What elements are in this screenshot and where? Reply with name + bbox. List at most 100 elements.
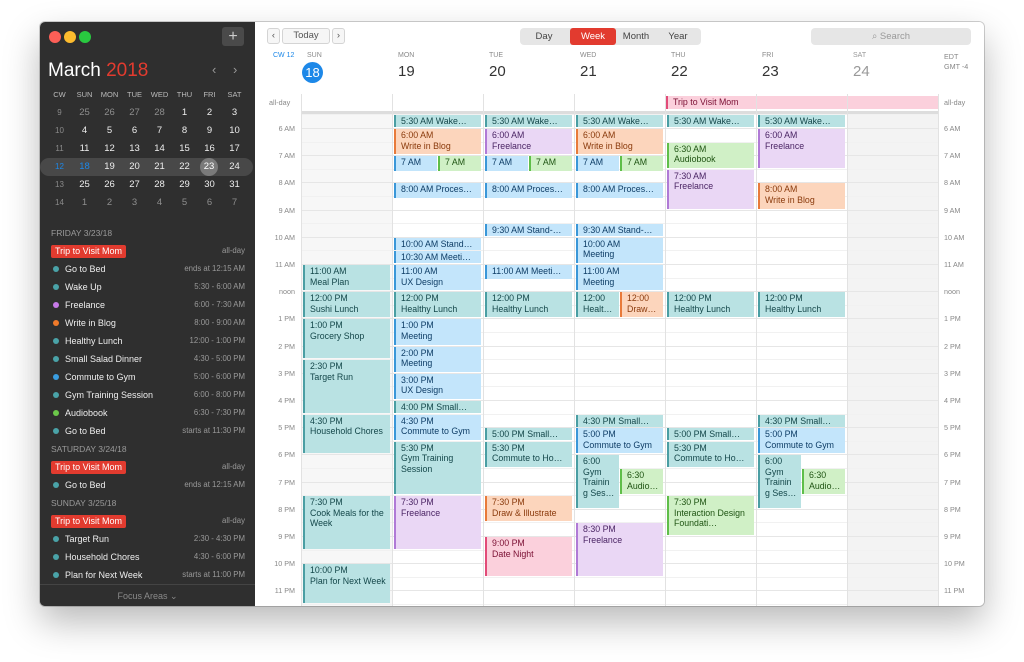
calendar-event[interactable]: 5:30 AM Wake… xyxy=(758,115,845,128)
agenda-event[interactable]: Write in Blog 8:00 - 9:00 AM xyxy=(40,314,255,332)
calendar-event[interactable]: 4:30 PM Small… xyxy=(576,414,663,427)
calendar-event[interactable]: 5:30 PM Commute to Ho… xyxy=(485,441,572,467)
calendar-event[interactable]: 4:30 PM Household Chores xyxy=(303,414,390,454)
calendar-event[interactable]: 5:30 AM Wake… xyxy=(394,115,481,128)
calendar-event[interactable]: 12:00 PM Healthy Lunch xyxy=(485,292,572,318)
agenda-event[interactable]: Commute to Gym 5:00 - 6:00 PM xyxy=(40,368,255,386)
calendar-event[interactable]: 10:00 AM Meeting xyxy=(576,237,663,263)
zoom-button[interactable] xyxy=(79,31,91,43)
mini-day[interactable]: 28 xyxy=(147,176,172,194)
mini-day[interactable]: 7 xyxy=(222,194,247,212)
mini-day[interactable]: 14 xyxy=(147,140,172,158)
calendar-event[interactable]: 5:30 AM Wake… xyxy=(485,115,572,128)
calendar-event[interactable]: 9:30 AM Stand-… xyxy=(576,224,663,237)
calendar-event[interactable]: 10:00 PM Plan for Next Week xyxy=(303,564,390,603)
calendar-event[interactable]: 2:30 PM Target Run xyxy=(303,360,390,413)
agenda-event[interactable]: Go to Bed starts at 11:30 PM xyxy=(40,422,255,440)
mini-day[interactable]: 5 xyxy=(172,194,197,212)
mini-day[interactable]: 31 xyxy=(222,176,247,194)
today-button[interactable]: Today xyxy=(282,28,330,44)
agenda-event[interactable]: Target Run 2:30 - 4:30 PM xyxy=(40,530,255,548)
close-button[interactable] xyxy=(49,31,61,43)
calendar-event[interactable]: 5:30 PM Gym Training Session xyxy=(394,441,481,495)
calendar-event[interactable]: 12:00 PM Healthy Lunch xyxy=(394,292,481,318)
allday-event-trip[interactable]: Trip to Visit Mom xyxy=(666,96,939,109)
next-month-icon[interactable]: › xyxy=(233,62,237,77)
agenda-event[interactable]: Plan for Next Week starts at 11:00 PM xyxy=(40,566,255,584)
calendar-event[interactable]: 3:00 PM UX Design xyxy=(394,373,481,399)
mini-day[interactable]: 25 xyxy=(72,176,97,194)
calendar-event[interactable]: 5:00 PM Small… xyxy=(667,428,754,441)
calendar-event[interactable]: 5:30 AM Wake… xyxy=(576,115,663,128)
mini-day[interactable]: 29 xyxy=(172,176,197,194)
mini-day[interactable]: 10 xyxy=(222,122,247,140)
mini-day[interactable]: 13 xyxy=(122,140,147,158)
mini-day[interactable]: 11 xyxy=(72,140,97,158)
focus-areas-button[interactable]: Focus Areas ⌄ xyxy=(40,584,255,606)
calendar-event[interactable]: 7 AM xyxy=(485,156,528,171)
calendar-event[interactable]: 12:00 Draw… xyxy=(620,292,663,318)
mini-day[interactable]: 25 xyxy=(72,104,97,122)
calendar-event[interactable]: 6:00 AM Freelance xyxy=(758,129,845,168)
calendar-event[interactable]: 12:00 PM Healthy Lunch xyxy=(667,292,754,318)
mini-day[interactable]: 6 xyxy=(197,194,222,212)
calendar-event[interactable]: 7 AM xyxy=(576,156,619,171)
calendar-event[interactable]: 10:00 AM Stand… xyxy=(394,237,481,250)
calendar-event[interactable]: 5:30 PM Commute to Ho… xyxy=(667,441,754,467)
calendar-event[interactable]: 9:00 PM Date Night xyxy=(485,537,572,576)
mini-day[interactable]: 6 xyxy=(122,122,147,140)
mini-day[interactable]: 17 xyxy=(222,140,247,158)
mini-day[interactable]: 1 xyxy=(72,194,97,212)
calendar-event[interactable]: 2:00 PM Meeting xyxy=(394,346,481,372)
agenda-event[interactable]: Wake Up 5:30 - 6:00 AM xyxy=(40,278,255,296)
calendar-event[interactable]: 11:00 AM Meeting xyxy=(576,265,663,291)
calendar-event[interactable]: 4:30 PM Small… xyxy=(758,414,845,427)
calendar-event[interactable]: 4:30 PM Commute to Gym xyxy=(394,414,481,440)
view-tab-year[interactable]: Year xyxy=(655,28,701,45)
calendar-event[interactable]: 12:00 Healt… xyxy=(576,292,619,318)
next-week-button[interactable]: › xyxy=(332,28,345,44)
calendar-event[interactable]: 5:00 PM Commute to Gym xyxy=(576,428,663,454)
calendar-event[interactable]: 6:00 Gym Trainin g Ses… xyxy=(576,455,619,508)
agenda-event[interactable]: Go to Bed ends at 12:15 AM xyxy=(40,476,255,494)
mini-day[interactable]: 21 xyxy=(147,158,172,176)
calendar-event[interactable]: 7:30 PM Draw & Illustrate xyxy=(485,496,572,522)
calendar-event[interactable]: 7:30 AM Freelance xyxy=(667,169,754,209)
mini-day[interactable]: 28 xyxy=(147,104,172,122)
mini-day[interactable]: 24 xyxy=(222,158,247,176)
mini-day[interactable]: 19 xyxy=(97,158,122,176)
agenda-allday-event[interactable]: Trip to Visit Mom all-day xyxy=(40,242,255,260)
calendar-event[interactable]: 7:30 PM Interaction Design Foundati… xyxy=(667,496,754,535)
agenda-allday-event[interactable]: Trip to Visit Mom all-day xyxy=(40,458,255,476)
agenda-event[interactable]: Gym Training Session 6:00 - 8:00 PM xyxy=(40,386,255,404)
mini-day[interactable]: 8 xyxy=(172,122,197,140)
minimize-button[interactable] xyxy=(64,31,76,43)
agenda-allday-event[interactable]: Trip to Visit Mom all-day xyxy=(40,512,255,530)
calendar-event[interactable]: 11:00 AM Meeti… xyxy=(485,265,572,280)
calendar-event[interactable]: 6:00 AM Freelance xyxy=(485,129,572,155)
calendar-event[interactable]: 12:00 PM Healthy Lunch xyxy=(758,292,845,318)
mini-day[interactable]: 9 xyxy=(197,122,222,140)
prev-week-button[interactable]: ‹ xyxy=(267,28,280,44)
agenda-event[interactable]: Audiobook 6:30 - 7:30 PM xyxy=(40,404,255,422)
calendar-event[interactable]: 12:00 PM Sushi Lunch xyxy=(303,292,390,318)
mini-day[interactable]: 7 xyxy=(147,122,172,140)
calendar-event[interactable]: 6:00 AM Write in Blog xyxy=(394,129,481,155)
view-tab-month[interactable]: Month xyxy=(616,28,656,45)
calendar-event[interactable]: 5:00 PM Commute to Gym xyxy=(758,428,845,454)
mini-day[interactable]: 26 xyxy=(97,176,122,194)
mini-day[interactable]: 3 xyxy=(122,194,147,212)
mini-day[interactable]: 15 xyxy=(172,140,197,158)
calendar-event[interactable]: 11:00 AM UX Design xyxy=(394,265,481,291)
calendar-event[interactable]: 7 AM xyxy=(394,156,437,171)
calendar-event[interactable]: 5:30 AM Wake… xyxy=(667,115,754,128)
view-tab-day[interactable]: Day xyxy=(520,28,568,45)
agenda-event[interactable]: Go to Bed ends at 12:15 AM xyxy=(40,260,255,278)
calendar-event[interactable]: 7 AM xyxy=(620,156,663,171)
calendar-event[interactable]: 8:00 AM Proces… xyxy=(394,183,481,198)
mini-day[interactable]: 30 xyxy=(197,176,222,194)
mini-day[interactable]: 26 xyxy=(97,104,122,122)
calendar-event[interactable]: 11:00 AM Meal Plan xyxy=(303,265,390,291)
calendar-event[interactable]: 4:00 PM Small… xyxy=(394,401,481,413)
calendar-event[interactable]: 7 AM xyxy=(529,156,572,171)
